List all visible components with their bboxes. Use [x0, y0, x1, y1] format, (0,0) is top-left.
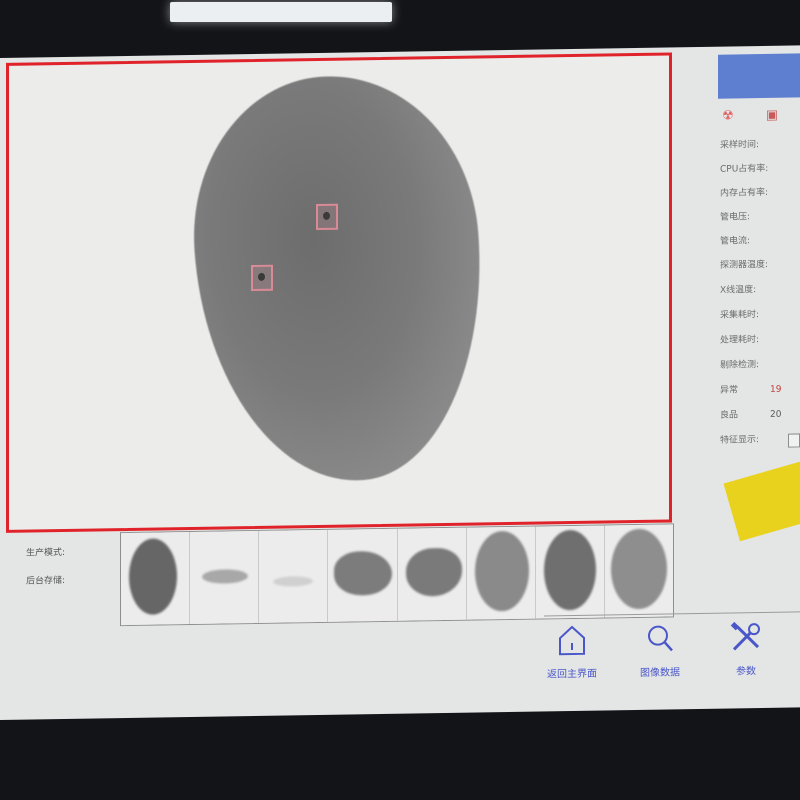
thumbnail[interactable]	[397, 527, 467, 621]
stat-label: 处理耗时:	[720, 335, 760, 346]
home-icon	[559, 625, 585, 656]
stat-sample-time: 采样时间:	[720, 136, 759, 155]
stat-label: 异常	[720, 385, 739, 396]
thumbnail-fruit	[334, 550, 393, 596]
params-button[interactable]: 参数	[706, 620, 786, 691]
ceiling-light-reflection	[170, 2, 392, 22]
thumbnail-fruit	[543, 529, 596, 611]
stat-memory-usage: 内存占有率:	[720, 184, 768, 203]
defect-spot	[323, 211, 330, 220]
stat-label: 管电压:	[720, 212, 751, 223]
stat-feature-display: 特征显示:	[720, 431, 759, 450]
stat-label: X线温度:	[720, 285, 757, 296]
thumbnail-strip	[120, 523, 674, 627]
background-storage-option: 后台存储:	[26, 572, 135, 590]
thumbnail[interactable]	[259, 529, 329, 623]
thumbnail[interactable]	[466, 526, 536, 620]
production-mode-option: 生产模式: ✓	[26, 544, 135, 562]
thumbnail-fruit	[474, 530, 529, 612]
defect-marker[interactable]	[316, 203, 338, 231]
thumbnail-fruit	[610, 528, 667, 610]
stat-label: 采集耗时:	[720, 310, 760, 321]
thumbnail-fruit	[202, 569, 249, 584]
thumbnail[interactable]	[190, 530, 260, 625]
home-button-label: 返回主界面	[547, 668, 597, 681]
stat-tube-voltage: 管电压:	[720, 208, 750, 226]
params-button-label: 参数	[736, 666, 756, 678]
stat-label: 采样时间:	[720, 140, 760, 151]
stat-detector-temp: 探测器温度:	[720, 256, 768, 275]
stat-good: 良品 20	[720, 406, 781, 424]
search-icon	[648, 625, 673, 652]
stat-label: 剔除检测:	[720, 360, 760, 371]
radiation-icon[interactable]: ☢	[720, 108, 736, 124]
status-panel: ☢ ▣ 采样时间: CPU占有率: 内存占有率: 管电压: 管电流: 探测器温度…	[676, 45, 800, 517]
stat-cpu-usage: CPU占有率:	[720, 160, 768, 179]
thumbnail[interactable]	[121, 532, 191, 626]
stat-label: 良品	[720, 410, 739, 421]
thumbnail[interactable]	[328, 528, 398, 622]
stat-tube-current: 管电流:	[720, 232, 750, 250]
stat-label: 探测器温度:	[720, 259, 769, 271]
home-button[interactable]: 返回主界面	[532, 622, 612, 693]
stat-process-time: 处理耗时:	[720, 331, 759, 350]
production-mode-label: 生产模式:	[26, 547, 66, 559]
xray-fruit-image	[183, 64, 495, 494]
stat-label: 内存占有率:	[720, 187, 769, 199]
stat-label: 管电流:	[720, 236, 751, 247]
image-data-button-label: 图像数据	[640, 667, 680, 679]
defect-marker[interactable]	[251, 264, 273, 292]
stat-label: 特征显示:	[720, 435, 760, 446]
tools-icon	[730, 621, 760, 651]
background-storage-label: 后台存储:	[26, 575, 66, 587]
xray-main-view[interactable]	[6, 52, 672, 533]
thumbnail-fruit	[273, 576, 314, 587]
feature-display-checkbox[interactable]	[788, 433, 800, 448]
stat-abnormal: 异常 19	[720, 381, 781, 399]
abnormal-count: 19	[770, 384, 782, 395]
thumbnail-fruit	[129, 538, 177, 615]
stat-acquire-time: 采集耗时:	[720, 306, 759, 325]
image-data-button[interactable]: 图像数据	[620, 621, 700, 692]
stat-reject-check: 剔除检测:	[720, 356, 759, 375]
status-banner	[718, 53, 800, 99]
thumbnail[interactable]	[604, 524, 673, 618]
robot-icon[interactable]: ▣	[764, 108, 780, 124]
defect-spot	[258, 272, 265, 281]
stat-xray-temp: X线温度:	[720, 281, 756, 300]
inspection-screen: ☢ ▣ 采样时间: CPU占有率: 内存占有率: 管电压: 管电流: 探测器温度…	[0, 45, 800, 720]
thumbnail-fruit	[405, 547, 462, 597]
stat-label: CPU占有率:	[720, 163, 769, 175]
good-count: 20	[770, 409, 782, 420]
thumbnail[interactable]	[535, 525, 605, 619]
